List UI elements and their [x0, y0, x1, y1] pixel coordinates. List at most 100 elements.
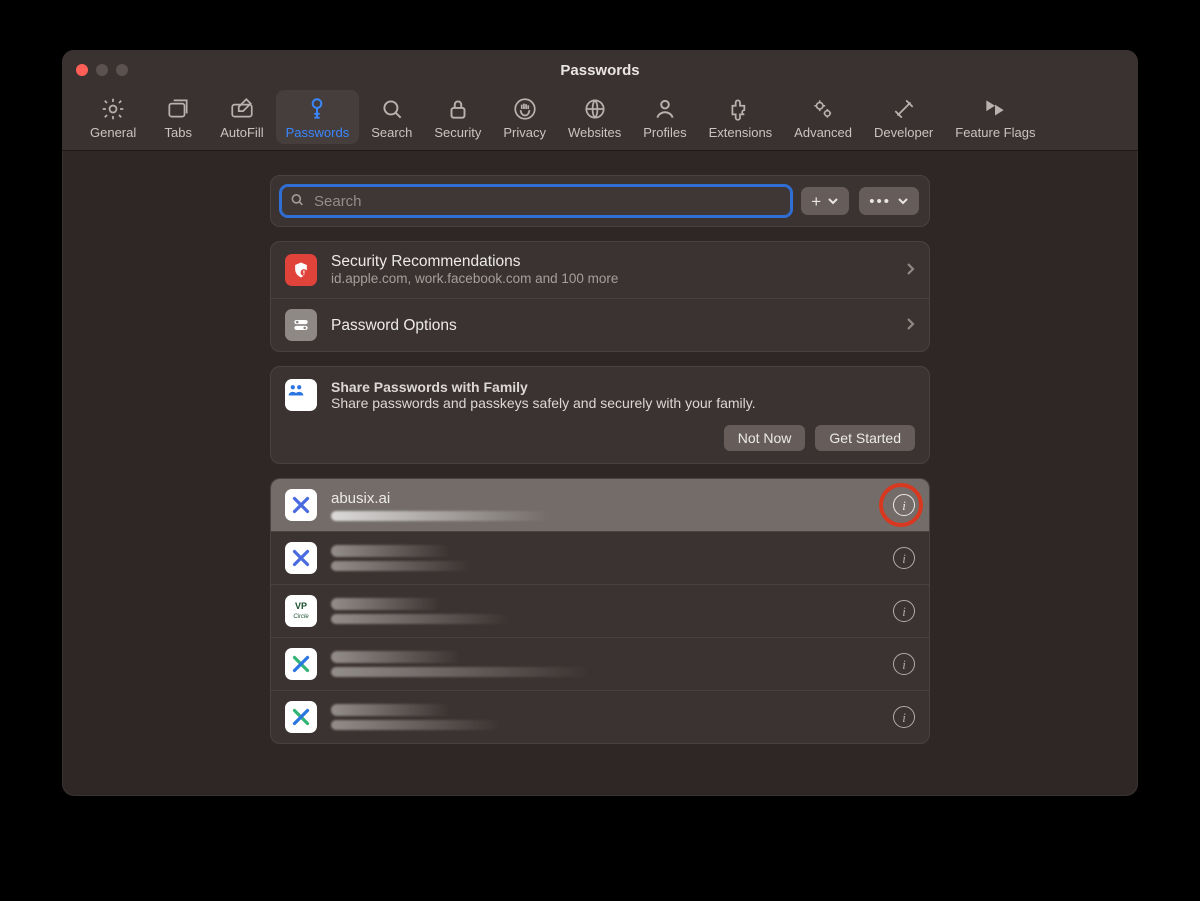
entry-username-redacted	[331, 720, 501, 730]
tab-autofill[interactable]: AutoFill	[210, 90, 273, 144]
gears-icon	[810, 96, 836, 122]
puzzle-icon	[727, 96, 753, 122]
tab-general[interactable]: General	[80, 90, 146, 144]
password-options-row[interactable]: Password Options	[271, 299, 929, 351]
get-started-button[interactable]: Get Started	[815, 425, 915, 451]
tab-developer[interactable]: Developer	[864, 90, 943, 144]
entry-username-redacted	[331, 614, 511, 624]
security-recommendations-row[interactable]: Security Recommendations id.apple.com, w…	[271, 242, 929, 299]
password-entry[interactable]: VPCircle i	[271, 585, 929, 638]
info-button[interactable]: i	[893, 706, 915, 728]
window-title: Passwords	[560, 62, 639, 79]
tab-label: Advanced	[794, 125, 852, 140]
lock-icon	[445, 96, 471, 122]
pencil-card-icon	[229, 96, 255, 122]
entry-text: abusix.ai	[331, 490, 879, 521]
password-entry[interactable]: i	[271, 638, 929, 691]
site-icon	[285, 542, 317, 574]
row-title: Security Recommendations	[331, 252, 891, 271]
key-icon	[304, 96, 330, 122]
add-password-button[interactable]: +	[801, 187, 849, 215]
tools-icon	[891, 96, 917, 122]
share-passwords-panel: Share Passwords with Family Share passwo…	[270, 366, 930, 464]
settings-window: Passwords General Tabs AutoFill Password…	[62, 50, 1138, 796]
tab-label: Extensions	[709, 125, 773, 140]
switches-icon	[285, 309, 317, 341]
tab-profiles[interactable]: Profiles	[633, 90, 696, 144]
entry-text	[331, 545, 879, 571]
family-icon	[285, 379, 317, 411]
tab-extensions[interactable]: Extensions	[699, 90, 783, 144]
search-icon	[289, 192, 305, 211]
entry-site-redacted	[331, 545, 451, 557]
ellipsis-icon: •••	[869, 193, 891, 210]
password-entry[interactable]: i	[271, 691, 929, 743]
search-input[interactable]	[281, 186, 791, 216]
entry-text	[331, 704, 879, 730]
password-list: abusix.ai i i VPCircle i i i	[270, 478, 930, 744]
zoom-window-button[interactable]	[116, 64, 128, 76]
tab-label: AutoFill	[220, 125, 263, 140]
share-title: Share Passwords with Family	[331, 379, 756, 395]
site-icon	[285, 489, 317, 521]
chevron-right-icon	[905, 262, 915, 279]
main-stack: + ••• Security Recommendations id.apple.	[270, 175, 930, 796]
entry-username-redacted	[331, 561, 471, 571]
password-entry[interactable]: abusix.ai i	[271, 479, 929, 532]
password-entry[interactable]: i	[271, 532, 929, 585]
info-button[interactable]: i	[893, 494, 915, 516]
site-icon: VPCircle	[285, 595, 317, 627]
chevron-right-icon	[905, 317, 915, 334]
person-icon	[652, 96, 678, 122]
site-icon	[285, 701, 317, 733]
flags-icon	[982, 96, 1008, 122]
gear-icon	[100, 96, 126, 122]
tab-websites[interactable]: Websites	[558, 90, 631, 144]
entry-site: abusix.ai	[331, 490, 879, 507]
tab-label: General	[90, 125, 136, 140]
tab-search[interactable]: Search	[361, 90, 422, 144]
chevron-down-icon	[827, 195, 839, 207]
info-button[interactable]: i	[893, 600, 915, 622]
entry-username-redacted	[331, 667, 591, 677]
plus-icon: +	[811, 193, 821, 210]
tab-label: Privacy	[503, 125, 546, 140]
chevron-down-icon	[897, 195, 909, 207]
site-icon	[285, 648, 317, 680]
entry-site-redacted	[331, 651, 461, 663]
tab-label: Security	[434, 125, 481, 140]
tab-label: Tabs	[165, 125, 192, 140]
search-icon	[379, 96, 405, 122]
globe-icon	[582, 96, 608, 122]
window-controls	[76, 64, 128, 76]
tab-passwords[interactable]: Passwords	[276, 90, 360, 144]
entry-username-redacted	[331, 511, 551, 521]
titlebar: Passwords	[62, 50, 1138, 90]
more-actions-button[interactable]: •••	[859, 187, 919, 215]
tab-label: Profiles	[643, 125, 686, 140]
entry-text	[331, 651, 879, 677]
tab-label: Websites	[568, 125, 621, 140]
tab-label: Feature Flags	[955, 125, 1035, 140]
tab-tabs[interactable]: Tabs	[148, 90, 208, 144]
not-now-button[interactable]: Not Now	[724, 425, 806, 451]
tab-feature-flags[interactable]: Feature Flags	[945, 90, 1045, 144]
share-subtitle: Share passwords and passkeys safely and …	[331, 395, 756, 411]
minimize-window-button[interactable]	[96, 64, 108, 76]
tab-label: Search	[371, 125, 412, 140]
info-button[interactable]: i	[893, 653, 915, 675]
entry-site-redacted	[331, 704, 451, 716]
info-button[interactable]: i	[893, 547, 915, 569]
entry-site-redacted	[331, 598, 441, 610]
shield-alert-icon	[285, 254, 317, 286]
search-panel: + •••	[270, 175, 930, 227]
tab-privacy[interactable]: Privacy	[493, 90, 556, 144]
tab-security[interactable]: Security	[424, 90, 491, 144]
close-window-button[interactable]	[76, 64, 88, 76]
row-text: Security Recommendations id.apple.com, w…	[331, 252, 891, 288]
row-text: Password Options	[331, 316, 891, 335]
entry-text	[331, 598, 879, 624]
tab-advanced[interactable]: Advanced	[784, 90, 862, 144]
share-text: Share Passwords with Family Share passwo…	[331, 379, 756, 411]
tabs-icon	[165, 96, 191, 122]
